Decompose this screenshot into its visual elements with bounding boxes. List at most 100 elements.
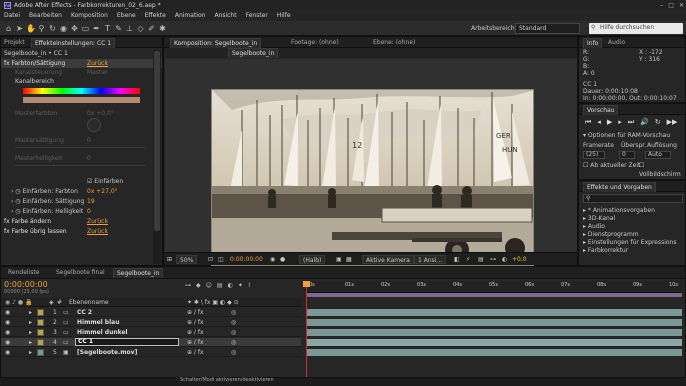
layer-switches[interactable]: ⊕ ∕ fx	[187, 318, 204, 327]
show-channel-icon[interactable]: ●	[280, 255, 285, 264]
work-area-bar[interactable]	[307, 293, 682, 297]
tab-render-queue[interactable]: Rendeliste	[5, 268, 42, 278]
rectangle-tool-icon[interactable]: ▭	[81, 24, 90, 33]
colorize-checkbox-row[interactable]: ☑ Einfärben	[1, 177, 162, 186]
layer-switches[interactable]: ⊕ ∕ fx	[187, 308, 204, 317]
roto-brush-icon[interactable]: ✐	[147, 24, 156, 33]
parent-icon[interactable]: ◎	[231, 338, 236, 347]
visibility-icon[interactable]: ◉	[5, 348, 10, 357]
zoom-select[interactable]: 50%	[176, 255, 198, 264]
visibility-icon[interactable]: ◉	[5, 308, 10, 317]
help-search-input[interactable]: ⚲ Hilfe durchsuchen	[589, 23, 683, 34]
menu-bearbeiten[interactable]: Bearbeiten	[29, 12, 62, 19]
effects-search-input[interactable]: ⚲	[583, 194, 683, 203]
effect-leave-color[interactable]: fx Farbe übrig lassen Zurück	[1, 227, 162, 236]
first-frame-icon[interactable]: ⏮	[585, 118, 591, 127]
region-icon[interactable]: ⊞	[167, 255, 172, 264]
parent-icon[interactable]: ◎	[231, 328, 236, 337]
transparency-grid-icon[interactable]: ▦	[346, 255, 352, 264]
label-color-swatch[interactable]	[37, 309, 44, 316]
maximize-button[interactable]: □	[668, 2, 674, 9]
colorize-saturation-value[interactable]: 19	[87, 197, 95, 206]
tab-preview[interactable]: Vorschau	[583, 105, 619, 115]
text-tool-icon[interactable]: T	[103, 24, 112, 33]
last-frame-icon[interactable]: ⏭	[628, 118, 634, 127]
tab-segelboote-in[interactable]: Segelboote_in	[113, 268, 164, 278]
draft-3d-icon[interactable]: ◆	[196, 282, 201, 289]
menu-datei[interactable]: Datei	[4, 12, 20, 19]
resolution-select[interactable]: Auto	[645, 151, 671, 159]
layer-name[interactable]: Himmel dunkel	[77, 328, 128, 337]
menu-hilfe[interactable]: Hilfe	[277, 12, 291, 19]
minimize-button[interactable]: –	[660, 2, 663, 9]
visibility-icon[interactable]: ◉	[5, 328, 10, 337]
layer-bar[interactable]	[307, 329, 682, 336]
tab-layer[interactable]: Ebene: (ohne)	[370, 38, 418, 48]
reset-link[interactable]: Zurück	[87, 217, 108, 226]
prev-frame-icon[interactable]: ◂	[597, 118, 601, 127]
reset-link[interactable]: Zurück	[87, 227, 108, 236]
exposure-icon[interactable]: ◐	[502, 255, 507, 264]
comp-mini-flowchart-icon[interactable]: ⊶	[185, 282, 191, 289]
expand-icon[interactable]: ▸	[29, 318, 32, 327]
effect-hue-saturation[interactable]: fx Farbton/Sättigung Zurück	[1, 59, 162, 68]
menu-ansicht[interactable]: Ansicht	[214, 12, 236, 19]
label-color-swatch[interactable]	[37, 349, 44, 356]
fullscreen-checkbox[interactable]: ☐ Vollbildschirm	[639, 161, 685, 178]
expand-icon[interactable]: ▸	[29, 338, 32, 347]
layer-bar-selected[interactable]	[307, 339, 682, 346]
layer-row[interactable]: ◉ ▸ 1 ▭ CC 2 ⊕ ∕ fx ◎	[1, 308, 301, 317]
scrollbar[interactable]	[153, 50, 161, 264]
rotate-tool-icon[interactable]: ↻	[48, 24, 57, 33]
layer-row-selected[interactable]: ◉ ▸ 4 ▭ CC 1 ⊕ ∕ fx ◎	[1, 338, 301, 347]
brainstorm-icon[interactable]: ✦	[238, 282, 243, 289]
visibility-icon[interactable]: ◉	[5, 318, 10, 327]
resolution-select[interactable]: (Halb)	[299, 255, 326, 264]
label-color-swatch[interactable]	[37, 319, 44, 326]
menu-animation[interactable]: Animation	[175, 12, 206, 19]
parent-icon[interactable]: ◎	[231, 308, 236, 317]
home-icon[interactable]: ⌂	[4, 24, 13, 33]
tab-info[interactable]: Info	[583, 38, 603, 48]
menu-effekte[interactable]: Effekte	[145, 12, 166, 19]
framerate-select[interactable]: (25)	[583, 151, 605, 159]
layer-row[interactable]: ◉ ▸ 2 ▭ Himmel blau ⊕ ∕ fx ◎	[1, 318, 301, 327]
tab-audio[interactable]: Audio	[605, 38, 628, 48]
layer-bar[interactable]	[307, 349, 682, 356]
timeline-icon[interactable]: ▤	[478, 255, 484, 264]
toggle-switches-modes[interactable]: Schalter/Modi aktivieren/deaktivieren	[180, 377, 274, 383]
frame-blending-icon[interactable]: ▤	[217, 282, 223, 289]
layer-name[interactable]: [Segelboote.mov]	[77, 348, 137, 357]
ram-preview-icon[interactable]: ▶▶	[667, 118, 678, 127]
timeline-timecode[interactable]: 0:00:00:00	[4, 280, 48, 289]
label-color-swatch[interactable]	[37, 339, 44, 346]
pen-tool-icon[interactable]: ✒	[92, 24, 101, 33]
colorize-lightness-value[interactable]: 0	[87, 207, 91, 216]
effects-category-item[interactable]: ▸ Farbkorrektur	[579, 246, 685, 255]
roi-icon[interactable]: ▣	[336, 255, 342, 264]
parent-icon[interactable]: ◎	[231, 348, 236, 357]
menu-fenster[interactable]: Fenster	[246, 12, 268, 19]
hand-tool-icon[interactable]: ✋	[26, 24, 36, 33]
play-icon[interactable]: ▶	[607, 118, 612, 127]
stamp-tool-icon[interactable]: ⊥	[125, 24, 134, 33]
tab-composition[interactable]: Komposition: Segelboote_in	[170, 38, 262, 48]
views-select[interactable]: 1 Ansi...	[414, 255, 447, 264]
loop-icon[interactable]: ↻	[655, 118, 661, 127]
subtab-segelboote-in[interactable]: Segelboote_in	[228, 48, 279, 58]
expand-icon[interactable]: ▸	[29, 308, 32, 317]
tab-footage[interactable]: Footage: (ohne)	[288, 38, 342, 48]
layer-switches[interactable]: ⊕ ∕ fx	[187, 328, 204, 337]
close-button[interactable]: ✕	[679, 2, 684, 9]
time-ruler[interactable]: 0s 01s 02s 03s 04s 05s 06s 07s 08s 09s 10s	[307, 281, 682, 293]
workspace-select[interactable]: Standard	[515, 23, 580, 34]
layer-switches[interactable]: ⊕ ∕ fx	[187, 338, 204, 347]
safe-zones-icon[interactable]: ⊡	[208, 255, 213, 264]
visibility-icon[interactable]: ◉	[5, 338, 10, 347]
layer-bar[interactable]	[307, 319, 682, 326]
layer-name[interactable]: Himmel blau	[77, 318, 119, 327]
layer-name[interactable]: CC 2	[77, 308, 92, 317]
eraser-tool-icon[interactable]: ◇	[136, 24, 145, 33]
tab-effect-controls[interactable]: Effekteinstellungen: CC 1	[31, 38, 116, 48]
audio-icon[interactable]: 🔊	[640, 118, 649, 127]
